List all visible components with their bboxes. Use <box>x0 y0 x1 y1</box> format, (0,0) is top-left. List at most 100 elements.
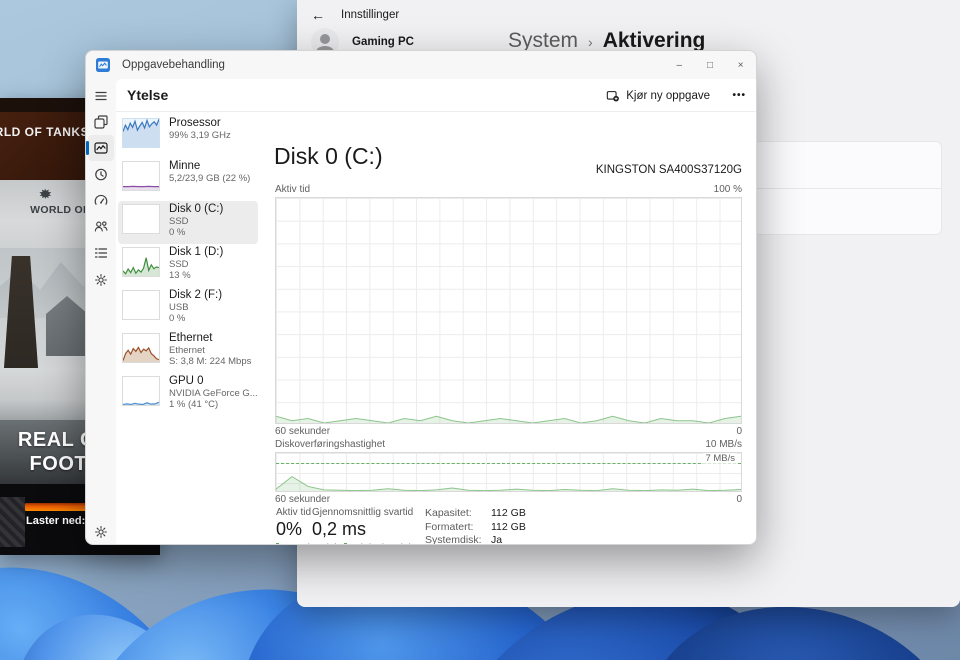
maximize-button[interactable]: □ <box>695 51 726 79</box>
disk2-mini-chart <box>122 290 160 320</box>
transfer-scale-marker-line <box>276 463 741 464</box>
active-time-x-label: 60 sekunder <box>275 426 331 437</box>
detail-row: Systemdisk: Ja <box>425 534 526 545</box>
transfer-max: 10 MB/s <box>705 439 742 450</box>
tm-nav-rail <box>86 79 116 544</box>
detail-row: Formatert: 112 GB <box>425 521 526 534</box>
active-time-min: 0 <box>736 426 742 437</box>
transfer-x-label: 60 sekunder <box>275 494 331 505</box>
list-item-minne[interactable]: Minne 5,2/23,9 GB (22 %) <box>118 158 258 201</box>
settings-window-title: Innstillinger <box>341 9 400 21</box>
list-item-ethernet[interactable]: Ethernet Ethernet S: 3,8 M: 224 Mbps <box>118 330 258 373</box>
performance-accent-bar <box>86 141 89 155</box>
desktop: WORLD OF TANKS WORLD OF TANKS REAL GAME … <box>0 0 960 660</box>
item-sub: Ethernet <box>169 345 205 356</box>
list-item-disk1[interactable]: Disk 1 (D:) SSD 13 % <box>118 244 258 287</box>
menu-icon[interactable] <box>93 88 109 104</box>
disk0-mini-chart <box>122 204 160 234</box>
run-new-task-button[interactable]: Kjør ny oppgave <box>598 84 718 107</box>
item-name: GPU 0 <box>169 375 204 387</box>
response-time-stat-value: 0,2 ms <box>312 519 367 539</box>
response-time-stat-label: Gjennomsnittlig svartid <box>312 507 414 518</box>
item-sub: SSD <box>169 216 189 227</box>
item-name: Disk 2 (F:) <box>169 289 223 301</box>
memory-mini-chart <box>122 161 160 191</box>
active-time-stat-value: 0% <box>276 519 303 539</box>
item-sub: SSD <box>169 259 189 270</box>
settings-gear-icon[interactable] <box>93 524 109 540</box>
startup-apps-icon[interactable] <box>93 192 109 208</box>
active-time-axis-label: Aktiv tid <box>275 184 311 195</box>
item-name: Disk 1 (D:) <box>169 246 224 258</box>
detail-value: Ja <box>491 534 503 545</box>
item-sub: S: 3,8 M: 224 Mbps <box>169 356 252 367</box>
item-sub: 1 % (41 °C) <box>169 399 219 410</box>
task-manager-app-icon <box>96 58 110 72</box>
tm-content: Ytelse Kjør ny oppgave ••• Prosessor 99%… <box>116 79 756 544</box>
cpu-mini-chart <box>122 118 160 148</box>
item-sub: NVIDIA GeForce G... <box>169 388 258 399</box>
tm-window-title: Oppgavebehandling <box>122 59 225 71</box>
banner-title: WORLD OF TANKS <box>0 125 90 139</box>
disk1-mini-chart <box>122 247 160 277</box>
users-icon[interactable] <box>93 218 109 234</box>
transfer-min: 0 <box>736 494 742 505</box>
tanks-eagle-icon <box>39 188 52 199</box>
item-sub: 13 % <box>169 270 191 281</box>
item-name: Disk 0 (C:) <box>169 203 224 215</box>
read-speed-stat-label: Lesehastighet <box>276 543 348 544</box>
item-name: Ethernet <box>169 332 213 344</box>
list-item-prosessor[interactable]: Prosessor 99% 3,19 GHz <box>118 115 258 158</box>
transfer-axis-label: Diskoverføringshastighet <box>275 439 386 450</box>
active-time-chart[interactable] <box>275 197 742 424</box>
detail-label: Systemdisk: <box>425 534 482 545</box>
item-sub: USB <box>169 302 189 313</box>
detail-row: Kapasitet: 112 GB <box>425 507 526 520</box>
download-thumbnail <box>0 497 25 547</box>
item-sub: 0 % <box>169 313 186 324</box>
active-time-stat-label: Aktiv tid <box>276 507 312 518</box>
task-manager-window: Oppgavebehandling – □ × Ytelse Kjør ny o… <box>85 50 757 545</box>
more-options-button[interactable]: ••• <box>732 84 746 107</box>
app-history-icon[interactable] <box>93 166 109 182</box>
active-time-max: 100 % <box>713 184 742 195</box>
transfer-rate-chart[interactable]: 7 MB/s <box>275 452 742 492</box>
write-speed-stat-label: Skrivehastighet <box>344 543 756 544</box>
close-button[interactable]: × <box>725 51 756 79</box>
detail-label: Kapasitet: <box>425 507 472 519</box>
list-item-disk2[interactable]: Disk 2 (F:) USB 0 % <box>118 287 258 330</box>
item-sub: 5,2/23,9 GB (22 %) <box>169 173 251 184</box>
page-title: Ytelse <box>127 87 169 103</box>
tm-toolbar: Ytelse Kjør ny oppgave ••• <box>116 79 756 112</box>
tm-titlebar[interactable]: Oppgavebehandling – □ × <box>86 51 756 79</box>
gpu-mini-chart <box>122 376 160 406</box>
transfer-scale-marker: 7 MB/s <box>703 453 737 464</box>
performance-icon[interactable] <box>93 140 109 156</box>
item-sub: 0 % <box>169 227 186 238</box>
list-item-disk0-selected[interactable]: Disk 0 (C:) SSD 0 % <box>118 201 258 244</box>
detail-value: 112 GB <box>491 520 526 533</box>
item-name: Prosessor <box>169 117 221 129</box>
performance-list: Prosessor 99% 3,19 GHz Minne 5,2/23,9 GB… <box>118 115 258 416</box>
back-icon[interactable]: ← <box>311 7 325 23</box>
disk-title: Disk 0 (C:) <box>274 143 383 169</box>
services-icon[interactable] <box>93 272 109 288</box>
processes-icon[interactable] <box>93 114 109 130</box>
chevron-right-icon: › <box>588 34 593 50</box>
detail-value: 112 GB <box>491 507 526 519</box>
account-name: Gaming PC <box>352 36 414 48</box>
detail-label: Formatert: <box>425 520 474 533</box>
disk-device-name: KINGSTON SA400S37120G <box>595 164 742 176</box>
list-item-gpu0[interactable]: GPU 0 NVIDIA GeForce G... 1 % (41 °C) <box>118 373 258 416</box>
avatar-head <box>320 34 330 44</box>
run-new-task-label: Kjør ny oppgave <box>626 89 710 102</box>
disk-details-table: Kapasitet: 112 GB Formatert: 112 GB Syst… <box>425 507 526 545</box>
ethernet-mini-chart <box>122 333 160 363</box>
run-task-icon <box>607 90 620 101</box>
item-name: Minne <box>169 160 201 172</box>
item-sub: 99% 3,19 GHz <box>169 130 231 141</box>
download-label: Laster ned: <box>26 515 86 527</box>
minimize-button[interactable]: – <box>664 51 695 79</box>
details-icon[interactable] <box>93 245 109 261</box>
disk-detail-panel: Disk 0 (C:) KINGSTON SA400S37120G Aktiv … <box>268 115 750 544</box>
